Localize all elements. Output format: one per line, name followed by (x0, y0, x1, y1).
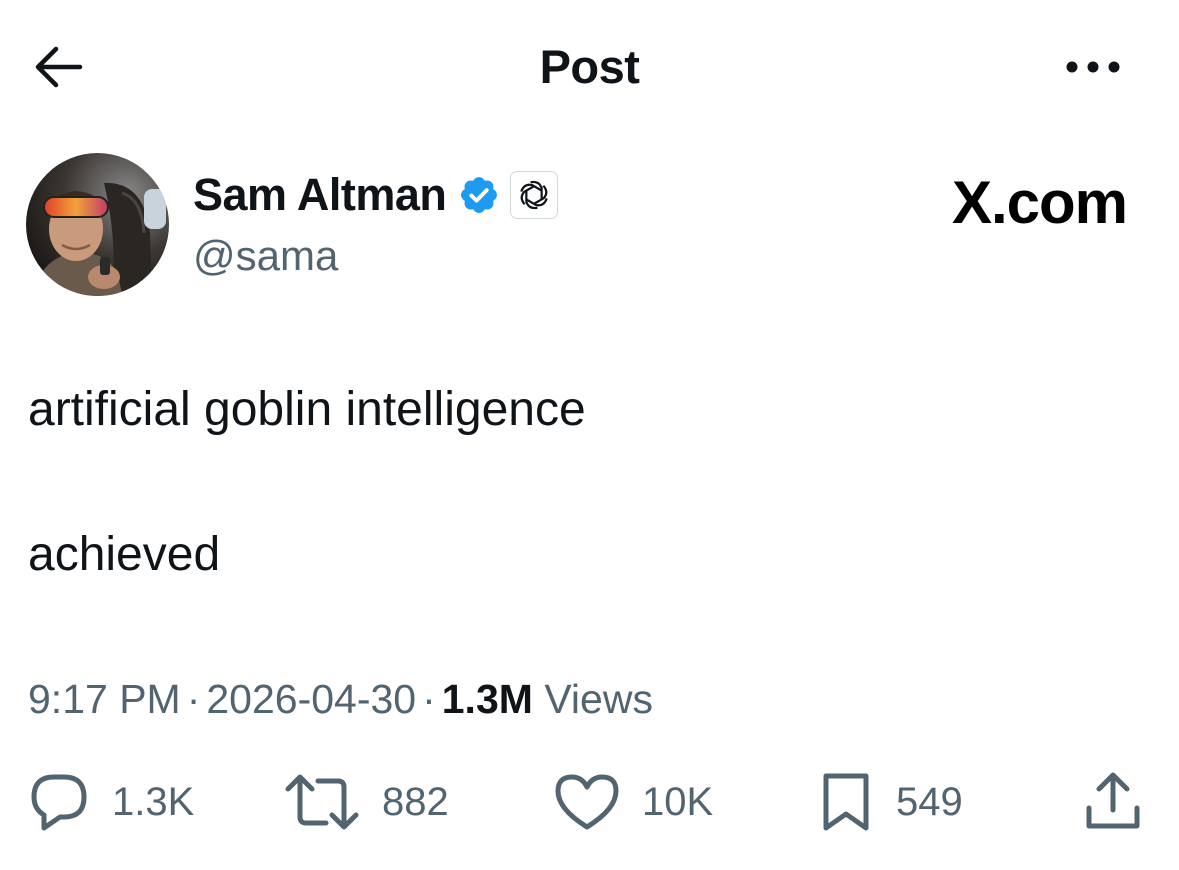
post-time[interactable]: 9:17 PM (28, 676, 181, 722)
tweet-text-line: artificial goblin intelligence (28, 383, 586, 436)
tweet-text-line: achieved (28, 528, 221, 581)
repost-icon (285, 774, 359, 830)
profile-photo (26, 153, 169, 296)
bookmark-count: 549 (896, 780, 963, 824)
share-button[interactable] (1083, 767, 1143, 837)
meta-separator: · (186, 676, 201, 722)
more-options-button[interactable] (1060, 52, 1126, 82)
openai-logo-icon[interactable] (510, 171, 559, 219)
avatar[interactable] (26, 153, 169, 296)
like-button[interactable]: 10K (554, 767, 713, 837)
heart-icon (555, 774, 619, 830)
xcom-watermark: X.com (951, 169, 1128, 236)
post-meta: 9:17 PM · 2026-04-30 · 1.3M Views (28, 673, 653, 725)
views-count: 1.3M (441, 676, 533, 722)
more-horizontal-icon (1066, 61, 1120, 73)
display-name[interactable]: Sam Altman (193, 167, 447, 223)
post-date[interactable]: 2026-04-30 (206, 676, 416, 722)
like-count: 10K (642, 780, 714, 824)
repost-count: 882 (382, 780, 449, 824)
author-name-row: Sam Altman (193, 166, 559, 224)
repost-button[interactable]: 882 (284, 767, 449, 837)
author-handle[interactable]: @sama (193, 230, 338, 282)
share-icon (1086, 772, 1140, 829)
reply-icon (31, 774, 87, 831)
bookmark-icon (823, 773, 869, 831)
verified-badge-icon[interactable] (458, 174, 500, 216)
meta-separator: · (422, 676, 436, 722)
bookmark-button[interactable]: 549 (818, 767, 963, 837)
page-title: Post (539, 40, 640, 93)
reply-count: 1.3K (112, 780, 195, 824)
views-label: Views (544, 676, 653, 722)
reply-button[interactable]: 1.3K (28, 767, 194, 837)
